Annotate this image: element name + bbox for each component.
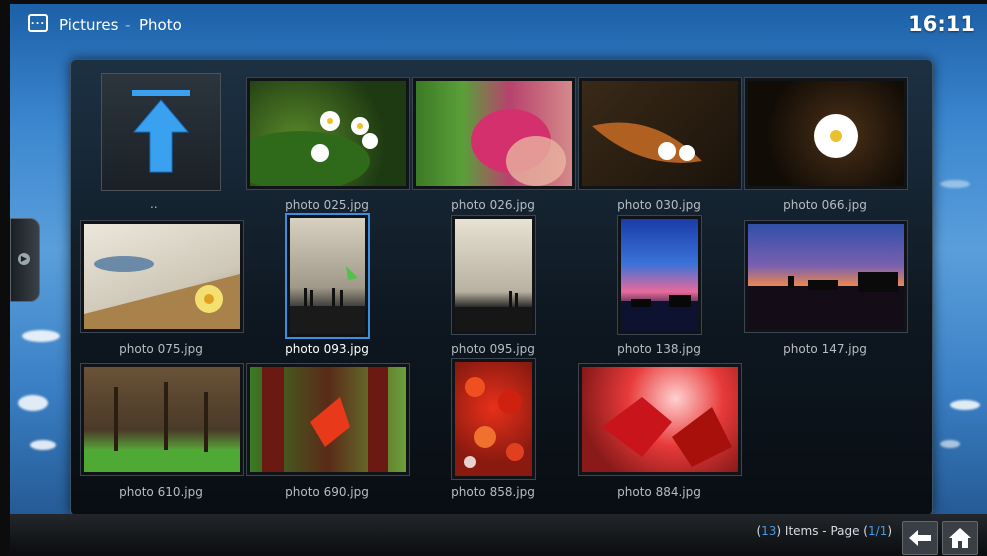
up-arrow-icon xyxy=(132,90,190,173)
breadcrumb-photo: Photo xyxy=(139,16,182,34)
photo-093-image xyxy=(290,266,365,334)
thumbnail-label: photo 610.jpg xyxy=(119,485,203,499)
side-panel-handle[interactable]: ▶ xyxy=(10,218,40,302)
photo-610-image xyxy=(84,382,240,472)
thumbnail-photo-066[interactable] xyxy=(744,77,908,190)
thumbnail-photo-026[interactable] xyxy=(412,77,576,190)
thumbnail-label: photo 026.jpg xyxy=(451,198,535,212)
left-frame xyxy=(0,0,10,556)
thumbnail-photo-095[interactable] xyxy=(451,215,536,335)
parent-folder-tile[interactable] xyxy=(101,73,221,191)
cloud xyxy=(22,330,60,342)
thumbnail-label: photo 075.jpg xyxy=(119,342,203,356)
thumbnail-label: photo 138.jpg xyxy=(617,342,701,356)
thumbnail-label: photo 095.jpg xyxy=(451,342,535,356)
page-number: 1/1 xyxy=(868,524,888,538)
thumbnail-photo-858[interactable] xyxy=(451,358,536,480)
cloud xyxy=(18,395,48,411)
status-close: ) xyxy=(887,524,892,538)
home-icon xyxy=(949,528,971,548)
thumbnail-photo-690[interactable] xyxy=(246,363,410,476)
thumbnail-label: photo 690.jpg xyxy=(285,485,369,499)
photo-030-image xyxy=(592,122,702,163)
back-button[interactable] xyxy=(902,521,938,555)
parent-folder-label: .. xyxy=(150,197,158,211)
cloud xyxy=(940,180,970,188)
thumbnail-label: photo 884.jpg xyxy=(617,485,701,499)
photo-884-image xyxy=(602,397,732,467)
back-arrow-icon xyxy=(909,530,931,546)
home-button[interactable] xyxy=(942,521,978,555)
thumbnail-photo-147[interactable] xyxy=(744,220,908,333)
breadcrumb-pictures[interactable]: Pictures xyxy=(59,16,118,34)
header-bar: ... Pictures - Photo 16:11 xyxy=(10,4,987,48)
photo-075-image xyxy=(84,256,240,329)
photo-026-image xyxy=(471,109,566,186)
thumbnail-label: photo 066.jpg xyxy=(783,198,867,212)
breadcrumb-separator: - xyxy=(125,16,131,34)
clock: 16:11 xyxy=(908,12,975,36)
cloud xyxy=(30,440,56,450)
thumbnail-photo-138[interactable] xyxy=(617,215,702,335)
cloud xyxy=(950,400,980,410)
thumbnail-label: photo 030.jpg xyxy=(617,198,701,212)
thumbnail-photo-884[interactable] xyxy=(578,363,742,476)
thumbnail-photo-093[interactable] xyxy=(285,213,370,339)
items-page-status: (13) Items - Page (1/1) xyxy=(756,524,892,538)
thumbnail-label: photo 147.jpg xyxy=(783,342,867,356)
photo-066-image xyxy=(814,114,858,158)
menu-icon[interactable]: ... xyxy=(28,14,48,32)
photo-690-image xyxy=(262,367,388,472)
photo-138-image xyxy=(621,295,698,331)
photo-858-image xyxy=(464,377,524,468)
thumbnail-photo-025[interactable] xyxy=(246,77,410,190)
thumbnail-photo-075[interactable] xyxy=(80,220,244,333)
photo-095-image xyxy=(455,291,532,331)
status-mid: ) Items - Page ( xyxy=(776,524,868,538)
thumbnail-photo-030[interactable] xyxy=(578,77,742,190)
thumbnail-label-selected: photo 093.jpg xyxy=(285,342,369,356)
thumbnail-photo-610[interactable] xyxy=(80,363,244,476)
side-panel-icon: ▶ xyxy=(18,253,30,265)
item-count: 13 xyxy=(761,524,777,538)
thumbnail-label: photo 025.jpg xyxy=(285,198,369,212)
thumbnail-label: photo 858.jpg xyxy=(451,485,535,499)
photo-147-image xyxy=(748,272,904,329)
photo-025-image xyxy=(250,111,378,186)
cloud xyxy=(940,440,960,448)
